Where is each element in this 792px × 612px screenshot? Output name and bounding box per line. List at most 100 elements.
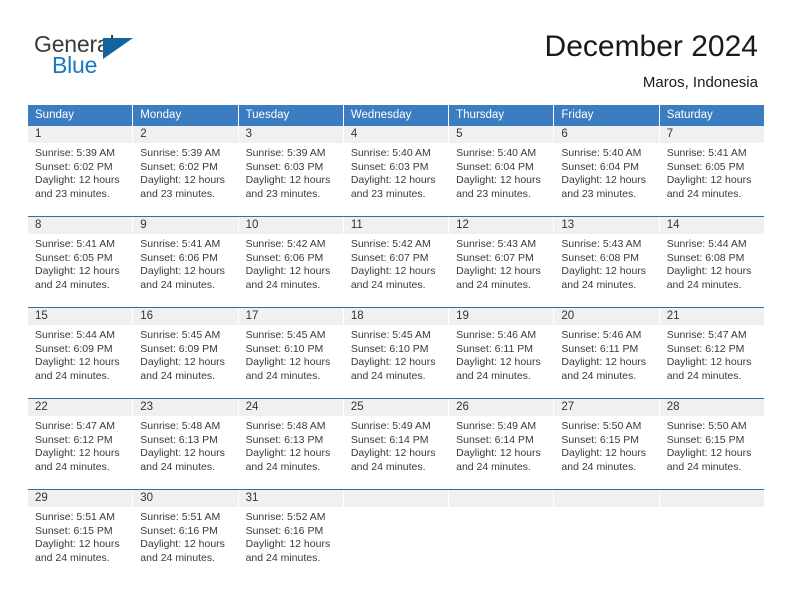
sunset-text: Sunset: 6:06 PM [245,251,324,264]
sunrise-text: Sunrise: 5:41 AM [666,147,747,159]
sunset-text: Sunset: 6:07 PM [350,251,429,264]
day-number: 6 [554,126,659,143]
daylight-text-line2: and 24 minutes. [35,551,110,564]
day-number: 8 [28,217,133,234]
daylight-text-line1: Daylight: 12 hours [666,356,752,369]
day-number: 4 [343,126,449,143]
day-number: 13 [554,217,659,234]
calendar-day-cell[interactable]: 17 Sunrise: 5:45 AM Sunset: 6:10 PM Dayligh… [238,308,344,398]
day-number: 29 [28,490,133,507]
daylight-text-line1: Daylight: 12 hours [456,174,541,187]
daylight-text-line2: and 24 minutes. [245,551,321,564]
calendar-week-row: 22 Sunrise: 5:47 AM Sunset: 6:12 PM Dayligh… [28,398,764,489]
daylight-text-line1: Daylight: 12 hours [140,356,225,369]
daylight-text-line2: and 24 minutes. [140,551,215,564]
sunset-text: Sunset: 6:10 PM [350,342,429,355]
calendar-day-cell[interactable]: 5 Sunrise: 5:40 AM Sunset: 6:04 PM Daylight… [449,126,555,216]
calendar-day-cell[interactable]: 14 Sunrise: 5:44 AM Sunset: 6:08 PM Dayligh… [659,217,764,307]
day-number: 15 [28,308,133,325]
sunrise-text: Sunrise: 5:46 AM [456,329,537,341]
day-number [554,490,659,507]
calendar-day-cell[interactable]: 18 Sunrise: 5:45 AM Sunset: 6:10 PM Dayligh… [343,308,450,398]
sunset-text: Sunset: 6:02 PM [140,160,218,173]
sunset-text: Sunset: 6:10 PM [245,342,324,355]
sunrise-text: Sunrise: 5:40 AM [456,147,537,159]
calendar-day-cell[interactable]: 15 Sunrise: 5:44 AM Sunset: 6:09 PM Dayligh… [28,308,134,398]
calendar-day-cell[interactable]: 20 Sunrise: 5:46 AM Sunset: 6:11 PM Dayligh… [554,308,660,398]
calendar-day-cell[interactable]: 9 Sunrise: 5:41 AM Sunset: 6:06 PM Daylight… [133,217,239,307]
sunset-text: Sunset: 6:13 PM [245,433,324,446]
calendar-day-cell[interactable]: 16 Sunrise: 5:45 AM Sunset: 6:09 PM Dayligh… [133,308,239,398]
calendar-page: General Blue December 2024 Maros, Indone… [0,0,792,612]
calendar-day-cell[interactable]: 25 Sunrise: 5:49 AM Sunset: 6:14 PM Dayligh… [343,399,450,489]
daylight-text-line1: Daylight: 12 hours [140,174,225,187]
calendar-day-cell[interactable]: 24 Sunrise: 5:48 AM Sunset: 6:13 PM Dayligh… [238,399,344,489]
calendar-day-cell[interactable]: 31 Sunrise: 5:52 AM Sunset: 6:16 PM Dayligh… [238,490,344,580]
daylight-text-line2: and 23 minutes. [350,187,426,200]
day-details: Sunrise: 5:41 AM Sunset: 6:05 PM Daylight:… [28,234,132,292]
daylight-text-line1: Daylight: 12 hours [456,265,541,278]
day-details: Sunrise: 5:43 AM Sunset: 6:07 PM Daylight:… [449,234,553,292]
day-details: Sunrise: 5:51 AM Sunset: 6:15 PM Daylight:… [28,507,132,565]
calendar-day-cell[interactable]: 30 Sunrise: 5:51 AM Sunset: 6:16 PM Dayligh… [133,490,239,580]
calendar-day-cell[interactable]: 4 Sunrise: 5:40 AM Sunset: 6:03 PM Daylight… [343,126,450,216]
day-number [449,490,554,507]
day-details: Sunrise: 5:45 AM Sunset: 6:10 PM Daylight:… [239,325,343,383]
calendar-day-cell[interactable]: 1 Sunrise: 5:39 AM Sunset: 6:02 PM Daylight… [28,126,134,216]
calendar-day-cell[interactable]: 8 Sunrise: 5:41 AM Sunset: 6:05 PM Daylight… [28,217,134,307]
sunrise-text: Sunrise: 5:51 AM [35,511,115,523]
sunrise-text: Sunrise: 5:48 AM [245,420,326,432]
page-title: December 2024 [544,30,758,63]
calendar-day-cell[interactable]: 13 Sunrise: 5:43 AM Sunset: 6:08 PM Dayligh… [554,217,660,307]
sunset-text: Sunset: 6:03 PM [350,160,429,173]
day-details: Sunrise: 5:42 AM Sunset: 6:06 PM Daylight:… [239,234,343,292]
day-number: 30 [133,490,238,507]
daylight-text-line1: Daylight: 12 hours [561,447,647,460]
daylight-text-line1: Daylight: 12 hours [561,265,647,278]
weekday-header-sunday: Sunday [28,105,134,126]
calendar-day-cell[interactable]: 19 Sunrise: 5:46 AM Sunset: 6:11 PM Dayligh… [449,308,555,398]
calendar-day-cell[interactable]: 27 Sunrise: 5:50 AM Sunset: 6:15 PM Dayligh… [554,399,660,489]
daylight-text-line2: and 24 minutes. [666,369,742,382]
daylight-text-line1: Daylight: 12 hours [140,538,225,551]
calendar-day-cell[interactable]: 12 Sunrise: 5:43 AM Sunset: 6:07 PM Dayligh… [449,217,555,307]
calendar-day-cell[interactable]: 2 Sunrise: 5:39 AM Sunset: 6:02 PM Daylight… [133,126,239,216]
day-number: 7 [659,126,764,143]
day-number: 22 [28,399,133,416]
weekday-header-saturday: Saturday [659,105,764,126]
calendar-weeks: 1 Sunrise: 5:39 AM Sunset: 6:02 PM Daylight… [28,126,764,580]
calendar-day-cell-empty [343,490,450,580]
day-number: 5 [449,126,554,143]
sunrise-text: Sunrise: 5:41 AM [35,238,115,250]
calendar-day-cell-empty [554,490,660,580]
daylight-text-line1: Daylight: 12 hours [350,174,436,187]
calendar-day-cell[interactable]: 21 Sunrise: 5:47 AM Sunset: 6:12 PM Dayligh… [659,308,764,398]
daylight-text-line2: and 24 minutes. [245,369,321,382]
calendar-day-cell[interactable]: 29 Sunrise: 5:51 AM Sunset: 6:15 PM Dayligh… [28,490,134,580]
sunrise-text: Sunrise: 5:50 AM [561,420,642,432]
day-number: 24 [238,399,343,416]
calendar-day-cell[interactable]: 11 Sunrise: 5:42 AM Sunset: 6:07 PM Dayligh… [343,217,450,307]
calendar-day-cell[interactable]: 3 Sunrise: 5:39 AM Sunset: 6:03 PM Daylight… [238,126,344,216]
calendar-day-cell[interactable]: 26 Sunrise: 5:49 AM Sunset: 6:14 PM Dayligh… [449,399,555,489]
weekday-header-tuesday: Tuesday [238,105,344,126]
calendar-day-cell[interactable]: 23 Sunrise: 5:48 AM Sunset: 6:13 PM Dayligh… [133,399,239,489]
day-details: Sunrise: 5:43 AM Sunset: 6:08 PM Daylight:… [554,234,658,292]
sunrise-text: Sunrise: 5:41 AM [140,238,221,250]
calendar-day-cell[interactable]: 22 Sunrise: 5:47 AM Sunset: 6:12 PM Dayligh… [28,399,134,489]
calendar-day-cell[interactable]: 10 Sunrise: 5:42 AM Sunset: 6:06 PM Dayligh… [238,217,344,307]
day-number: 20 [554,308,659,325]
daylight-text-line2: and 23 minutes. [35,187,110,200]
day-details: Sunrise: 5:45 AM Sunset: 6:09 PM Daylight:… [133,325,237,383]
daylight-text-line2: and 24 minutes. [245,460,321,473]
daylight-text-line2: and 24 minutes. [350,369,426,382]
calendar-day-cell[interactable]: 28 Sunrise: 5:50 AM Sunset: 6:15 PM Dayligh… [659,399,764,489]
calendar-day-cell[interactable]: 6 Sunrise: 5:40 AM Sunset: 6:04 PM Daylight… [554,126,660,216]
calendar-day-cell[interactable]: 7 Sunrise: 5:41 AM Sunset: 6:05 PM Daylight… [659,126,764,216]
daylight-text-line2: and 23 minutes. [456,187,531,200]
title-block: December 2024 Maros, Indonesia [545,28,758,91]
general-blue-logo[interactable]: General Blue [34,28,154,80]
daylight-text-line2: and 24 minutes. [561,460,637,473]
sunrise-text: Sunrise: 5:49 AM [456,420,537,432]
sunrise-text: Sunrise: 5:51 AM [140,511,221,523]
